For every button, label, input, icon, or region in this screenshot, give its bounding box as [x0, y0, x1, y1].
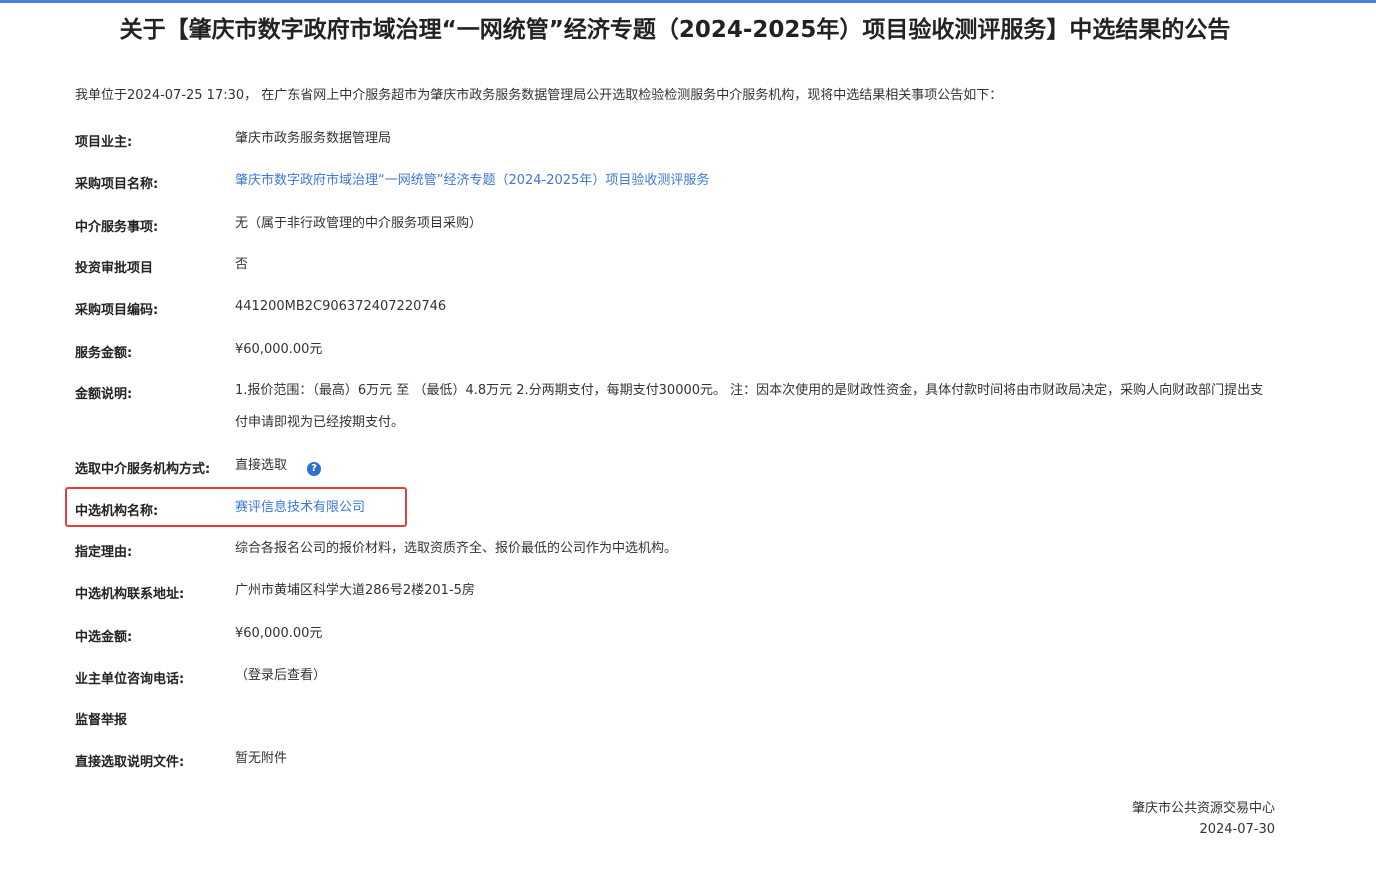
- selected-amount-label: 中选金额:: [75, 630, 133, 645]
- selection-method-value-wrap: 直接选取?: [235, 450, 1275, 482]
- docs-value: 暂无附件: [235, 751, 288, 766]
- footer-date: 2024-07-30: [1199, 822, 1275, 837]
- project-name-link[interactable]: 肇庆市数字政府市域治理“一网统管”经济专题（2024-2025年）项目验收测评服…: [235, 165, 1275, 197]
- reason-label: 指定理由:: [75, 545, 133, 560]
- top-accent-bar: [0, 0, 1376, 3]
- selected-org-label: 中选机构名称:: [75, 504, 159, 519]
- owner-label: 项目业主:: [75, 135, 133, 150]
- phone-label: 业主单位咨询电话:: [75, 672, 185, 687]
- docs-label: 直接选取说明文件:: [75, 755, 185, 770]
- selected-amount-value: ¥60,000.00元: [235, 626, 323, 641]
- owner-value: 肇庆市政务服务数据管理局: [235, 131, 392, 146]
- address-value: 广州市黄埔区科学大道286号2楼201-5房: [235, 583, 475, 598]
- phone-value: （登录后查看）: [235, 668, 327, 683]
- amount-note-label: 金额说明:: [75, 387, 133, 402]
- selection-method-value: 直接选取: [235, 458, 288, 473]
- service-item-label: 中介服务事项:: [75, 220, 159, 235]
- project-name-label: 采购项目名称:: [75, 177, 159, 192]
- footer-org: 肇庆市公共资源交易中心: [1131, 801, 1275, 816]
- project-code-value: 441200MB2C906372407220746: [235, 299, 447, 314]
- investment-approval-value: 否: [235, 257, 249, 272]
- amount-note-value: 1.报价范围：（最高）6万元 至 （最低）4.8万元 2.分两期支付，每期支付3…: [235, 383, 1264, 430]
- service-item-value: 无（属于非行政管理的中介服务项目采购）: [235, 216, 483, 231]
- page-title: 关于【肇庆市数字政府市域治理“一网统管”经济专题（2024-2025年）项目验收…: [119, 17, 1231, 43]
- selection-method-label: 选取中介服务机构方式:: [75, 462, 211, 477]
- investment-approval-label: 投资审批项目: [75, 261, 154, 276]
- question-circle-icon[interactable]: ?: [307, 462, 322, 476]
- project-code-label: 采购项目编码:: [75, 303, 159, 318]
- service-amount-label: 服务金额:: [75, 346, 133, 361]
- address-label: 中选机构联系地址:: [75, 587, 185, 602]
- service-amount-value: ¥60,000.00元: [235, 342, 323, 357]
- intro-text: 我单位于2024-07-25 17:30， 在广东省网上中介服务超市为肇庆市政务…: [75, 88, 1003, 103]
- reason-value: 综合各报名公司的报价材料，选取资质齐全、报价最低的公司作为中选机构。: [235, 541, 678, 556]
- selected-org-link[interactable]: 赛评信息技术有限公司: [235, 492, 1275, 524]
- announcement-page: 关于【肇庆市数字政府市域治理“一网统管”经济专题（2024-2025年）项目验收…: [0, 0, 1376, 875]
- footer-signature: 肇庆市公共资源交易中心 2024-07-30: [1132, 798, 1275, 840]
- supervision-label: 监督举报: [75, 713, 128, 728]
